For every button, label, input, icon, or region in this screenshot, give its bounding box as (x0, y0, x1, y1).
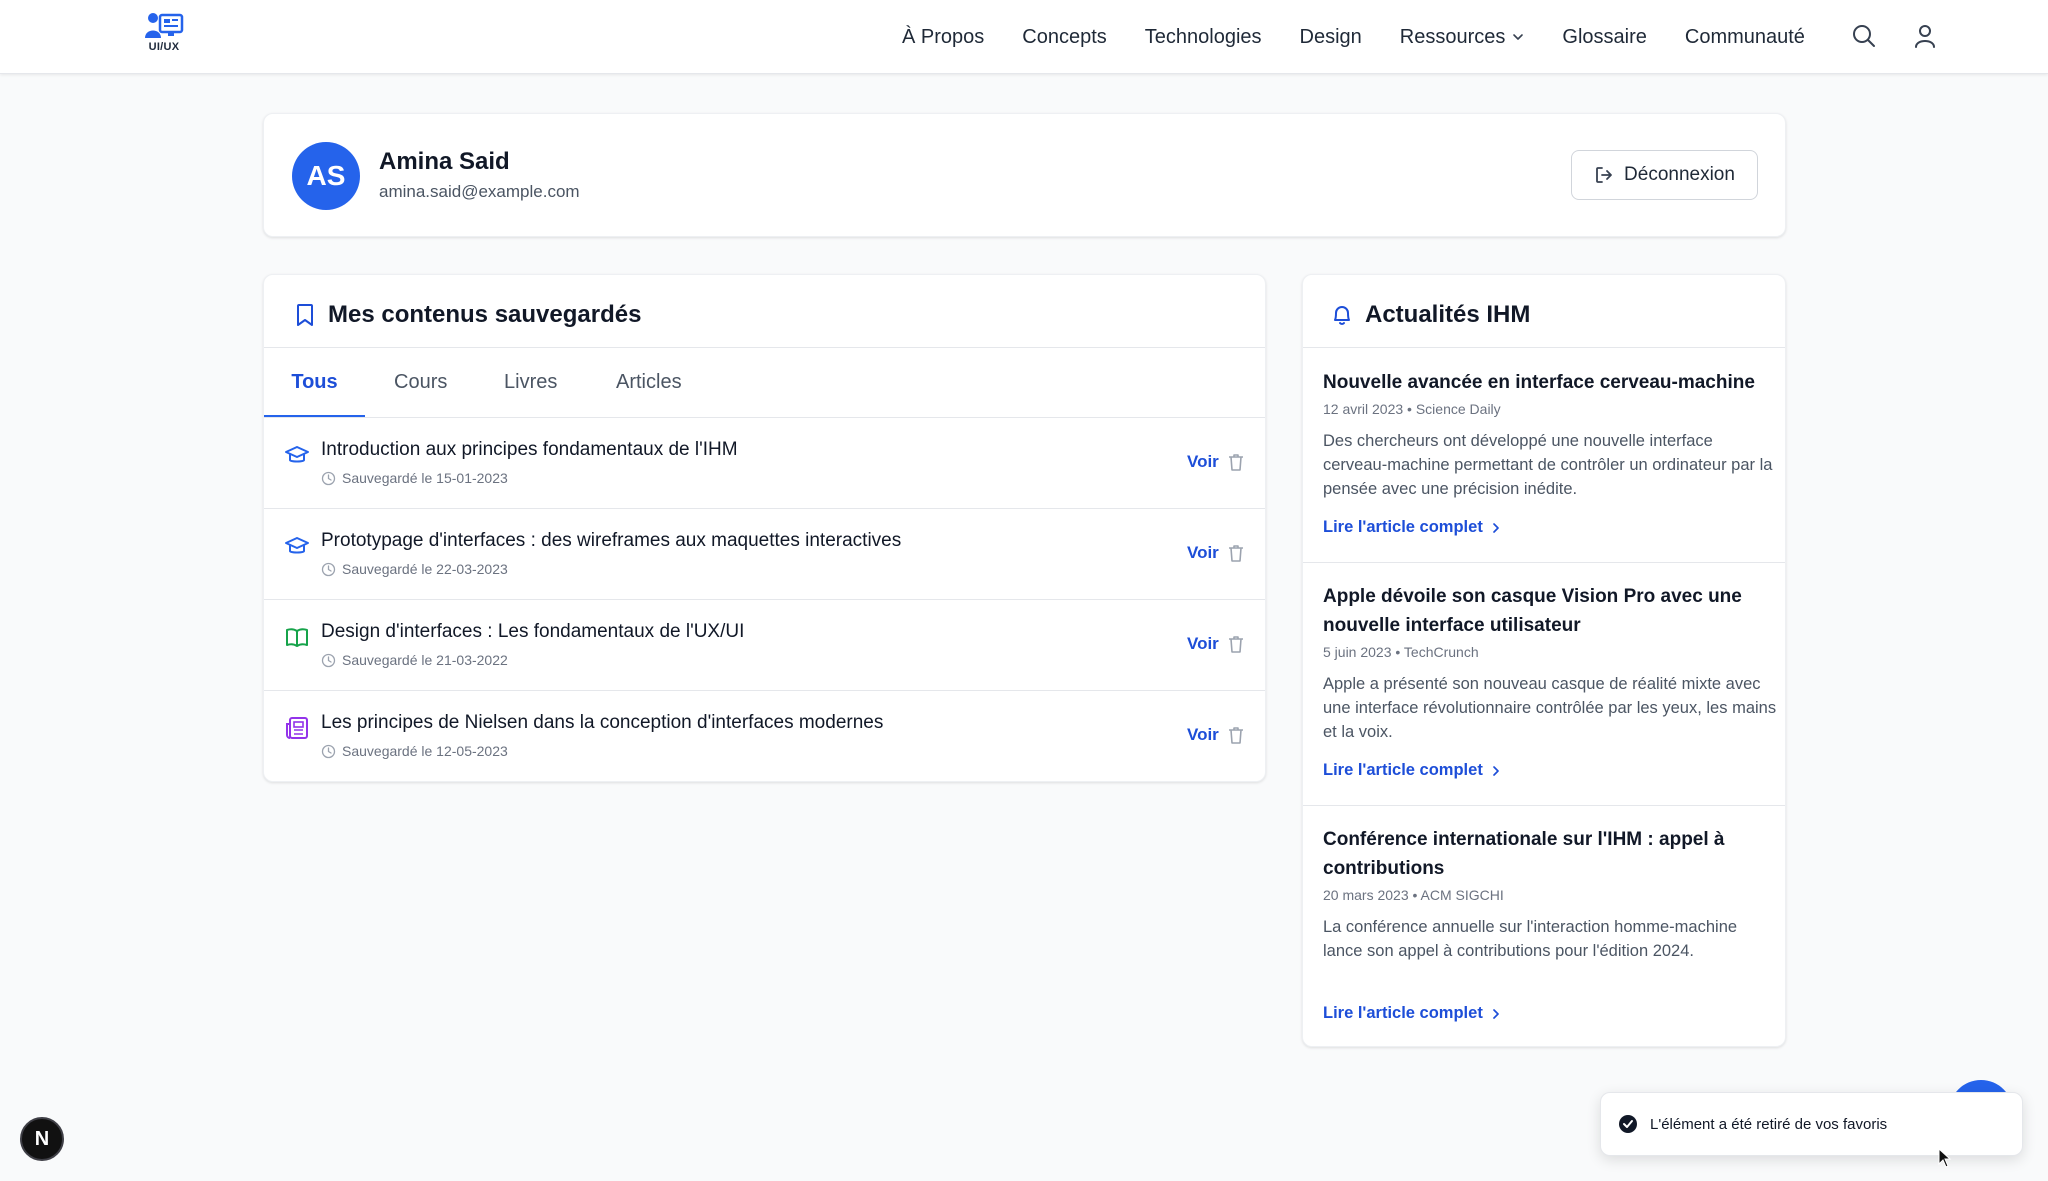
dev-tools-badge[interactable]: N (20, 1117, 64, 1161)
news-item-title[interactable]: Nouvelle avancée en interface cerveau-ma… (1323, 368, 1773, 397)
chevron-right-icon (1492, 522, 1499, 533)
news-item-title[interactable]: Conférence internationale sur l'IHM : ap… (1323, 825, 1773, 883)
logo-icon (144, 12, 184, 40)
news-item: Conférence internationale sur l'IHM : ap… (1303, 805, 1785, 1048)
saved-item-date-text: Sauvegardé le 15-01-2023 (342, 470, 508, 486)
graduation-cap-icon (285, 537, 309, 554)
graduation-cap-icon (285, 446, 309, 463)
list-item[interactable]: Introduction aux principes fondamentaux … (264, 417, 1265, 508)
site-logo[interactable]: UI/UX (143, 12, 185, 58)
toast-notification: L'élément a été retiré de vos favoris (1600, 1092, 2023, 1156)
nav-item-concepts[interactable]: Concepts (1022, 26, 1107, 49)
view-button[interactable]: Voir (1187, 634, 1219, 654)
toast-message: L'élément a été retiré de vos favoris (1650, 1115, 1888, 1133)
saved-item-date-text: Sauvegardé le 12-05-2023 (342, 743, 508, 759)
trash-icon[interactable] (1227, 634, 1245, 654)
saved-tabs: Tous Cours Livres Articles (264, 347, 1265, 418)
trash-icon[interactable] (1227, 452, 1245, 472)
news-header: Actualités IHM (1331, 297, 1530, 333)
clock-icon (321, 562, 336, 576)
saved-item-date: Sauvegardé le 12-05-2023 (321, 743, 508, 759)
tab-articles[interactable]: Articles (616, 347, 682, 417)
nav-item-communaute[interactable]: Communauté (1685, 26, 1805, 49)
log-out-icon (1596, 167, 1612, 183)
main-nav: À Propos Concepts Technologies Design Re… (902, 22, 1843, 52)
trash-icon[interactable] (1227, 543, 1245, 563)
nav-item-ressources[interactable]: Ressources (1400, 26, 1525, 49)
nav-item-ressources-label: Ressources (1399, 25, 1506, 48)
saved-item-title[interactable]: Prototypage d'interfaces : des wireframe… (321, 530, 901, 552)
search-icon[interactable] (1851, 23, 1877, 49)
avatar: AS (292, 142, 360, 210)
saved-item-date: Sauvegardé le 22-03-2023 (321, 561, 508, 577)
news-item-body: La conférence annuelle sur l'interaction… (1323, 918, 1738, 960)
clock-icon (321, 653, 336, 667)
profile-name: Amina Said (379, 148, 510, 175)
news-item-meta: 20 mars 2023 • ACM SIGCHI (1323, 887, 1504, 903)
news-item-body: Apple a présenté son nouveau casque de r… (1323, 675, 1777, 741)
news-item: Nouvelle avancée en interface cerveau-ma… (1303, 347, 1785, 562)
read-article-label: Lire l'article complet (1323, 761, 1483, 779)
profile-email: amina.said@example.com (379, 182, 580, 201)
nav-item-technologies[interactable]: Technologies (1145, 26, 1262, 49)
saved-item-date: Sauvegardé le 15-01-2023 (321, 470, 508, 486)
newspaper-icon (286, 717, 308, 739)
nav-item-a-propos[interactable]: À Propos (902, 26, 984, 49)
nav-item-design[interactable]: Design (1300, 26, 1362, 49)
bookmark-icon (297, 304, 313, 326)
user-icon[interactable] (1912, 23, 1938, 49)
tab-livres[interactable]: Livres (504, 347, 557, 417)
logout-button[interactable]: Déconnexion (1571, 150, 1758, 200)
book-open-icon (286, 628, 308, 647)
news-item: Apple dévoile son casque Vision Pro avec… (1303, 562, 1785, 805)
tab-tous-label: Tous (291, 370, 338, 393)
chevron-down-icon (1513, 34, 1524, 40)
logo-text: UI/UX (148, 41, 180, 53)
read-article-label: Lire l'article complet (1323, 518, 1483, 536)
news-title: Actualités IHM (1365, 301, 1531, 328)
top-navigation-bar: UI/UX À Propos Concepts Technologies Des… (0, 0, 2048, 74)
saved-item-title[interactable]: Les principes de Nielsen dans la concept… (321, 712, 883, 734)
view-button[interactable]: Voir (1187, 452, 1219, 472)
check-circle-icon (1619, 1115, 1637, 1133)
read-article-link[interactable]: Lire l'article complet (1323, 1004, 1501, 1023)
list-item[interactable]: Prototypage d'interfaces : des wireframe… (264, 508, 1265, 599)
chevron-right-icon (1492, 1008, 1499, 1019)
view-button[interactable]: Voir (1187, 543, 1219, 563)
news-card: Actualités IHM Nouvelle avancée en inter… (1302, 274, 1786, 1047)
list-item[interactable]: Design d'interfaces : Les fondamentaux d… (264, 599, 1265, 690)
view-button[interactable]: Voir (1187, 725, 1219, 745)
saved-content-title: Mes contenus sauvegardés (328, 301, 642, 328)
list-item[interactable]: Les principes de Nielsen dans la concept… (264, 690, 1265, 781)
saved-item-date-text: Sauvegardé le 22-03-2023 (342, 561, 508, 577)
saved-content-header: Mes contenus sauvegardés (294, 297, 641, 333)
profile-card: AS Amina Said amina.said@example.com Déc… (263, 113, 1786, 237)
saved-item-date: Sauvegardé le 21-03-2022 (321, 652, 508, 668)
saved-item-title[interactable]: Introduction aux principes fondamentaux … (321, 439, 738, 461)
saved-item-title[interactable]: Design d'interfaces : Les fondamentaux d… (321, 621, 744, 643)
read-article-link[interactable]: Lire l'article complet (1323, 518, 1501, 537)
tab-tous[interactable]: Tous (264, 347, 365, 418)
logout-label: Déconnexion (1624, 164, 1735, 185)
nav-item-glossaire[interactable]: Glossaire (1562, 26, 1646, 49)
clock-icon (321, 471, 336, 485)
saved-content-card: Mes contenus sauvegardés Tous Cours Livr… (263, 274, 1266, 782)
clock-icon (321, 744, 336, 758)
tab-cours[interactable]: Cours (394, 347, 447, 417)
news-item-title[interactable]: Apple dévoile son casque Vision Pro avec… (1323, 582, 1773, 640)
bell-icon (1334, 306, 1350, 325)
chevron-right-icon (1492, 765, 1499, 776)
mouse-cursor-icon (1938, 1148, 1952, 1168)
news-item-body: Des chercheurs ont développé une nouvell… (1323, 432, 1773, 498)
news-item-meta: 5 juin 2023 • TechCrunch (1323, 644, 1479, 660)
read-article-link[interactable]: Lire l'article complet (1323, 761, 1501, 780)
trash-icon[interactable] (1227, 725, 1245, 745)
saved-item-date-text: Sauvegardé le 21-03-2022 (342, 652, 508, 668)
news-item-meta: 12 avril 2023 • Science Daily (1323, 401, 1501, 417)
read-article-label: Lire l'article complet (1323, 1004, 1483, 1022)
